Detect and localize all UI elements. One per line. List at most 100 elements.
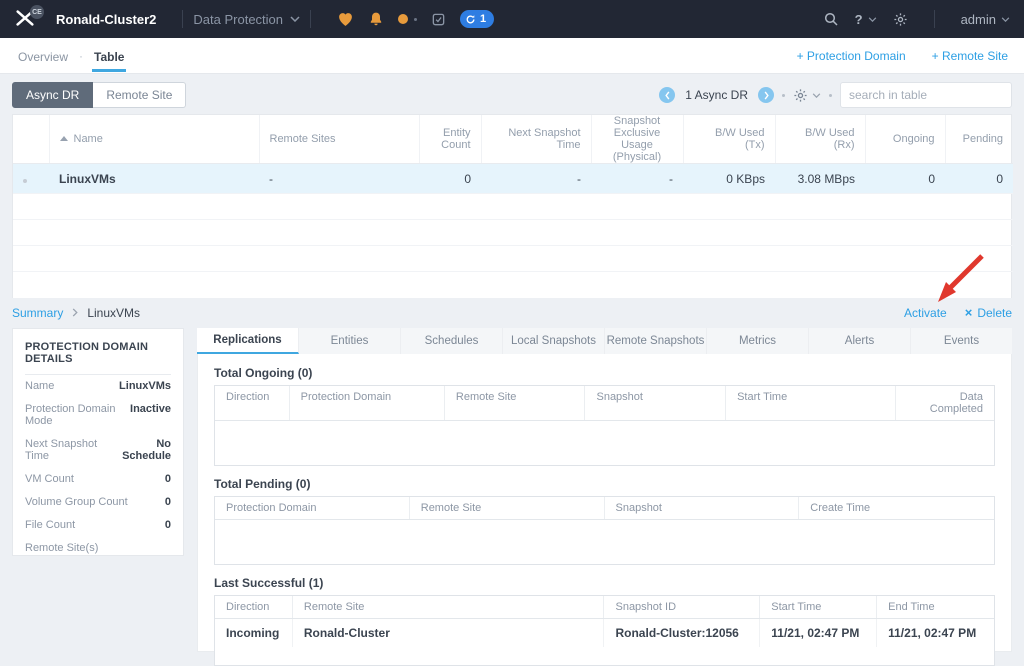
settings-gear-icon[interactable] bbox=[893, 12, 908, 27]
col-end-time: End Time bbox=[877, 596, 994, 618]
table-header-row: Direction Protection Domain Remote Site … bbox=[215, 386, 994, 421]
col-remote-site: Remote Site bbox=[410, 497, 605, 519]
details-row-vm-count: VM Count 0 bbox=[25, 468, 171, 491]
app-menu-label: Data Protection bbox=[193, 12, 283, 27]
chevron-right-icon bbox=[72, 308, 78, 317]
separator-dot bbox=[829, 94, 832, 97]
col-remote-sites[interactable]: Remote Sites bbox=[259, 115, 419, 164]
col-bw-used-tx[interactable]: B/W Used (Tx) bbox=[683, 115, 775, 164]
tab-events[interactable]: Events bbox=[911, 328, 1012, 354]
breadcrumb-summary-link[interactable]: Summary bbox=[12, 306, 63, 320]
details-row-file-count: File Count 0 bbox=[25, 514, 171, 537]
col-pending[interactable]: Pending bbox=[945, 115, 1013, 164]
last-successful-row[interactable]: Incoming Ronald-Cluster Ronald-Cluster:1… bbox=[215, 619, 994, 647]
cell-entity-count: 0 bbox=[419, 164, 481, 194]
tab-metrics[interactable]: Metrics bbox=[707, 328, 809, 354]
health-icon[interactable] bbox=[337, 11, 354, 28]
chevron-down-icon bbox=[290, 16, 300, 22]
col-direction: Direction bbox=[215, 386, 290, 420]
separator-dot bbox=[782, 94, 785, 97]
user-menu[interactable]: admin bbox=[961, 12, 1010, 27]
cell-snapshot-id: Ronald-Cluster:12056 bbox=[604, 619, 760, 647]
pager-next-button[interactable] bbox=[758, 87, 774, 103]
chevron-right-icon bbox=[763, 91, 770, 100]
cell-direction: Incoming bbox=[215, 619, 293, 647]
add-remote-site-link[interactable]: + Remote Site bbox=[932, 49, 1008, 63]
tasks-badge[interactable]: 1 bbox=[460, 10, 494, 28]
warning-dot-icon[interactable] bbox=[398, 14, 408, 24]
cell-end-time: 11/21, 02:47 PM bbox=[877, 619, 994, 647]
col-entity-count[interactable]: Entity Count bbox=[419, 115, 481, 164]
cell-ongoing: 0 bbox=[865, 164, 945, 194]
empty-row bbox=[13, 246, 1013, 272]
tab-alerts[interactable]: Alerts bbox=[809, 328, 911, 354]
async-dr-toggle[interactable]: Async DR bbox=[12, 82, 93, 108]
nutanix-logo[interactable]: CE bbox=[14, 7, 44, 31]
delete-button[interactable]: ×Delete bbox=[965, 305, 1012, 320]
app-menu-dropdown[interactable]: Data Protection bbox=[193, 12, 300, 27]
row-handle-icon bbox=[23, 179, 27, 183]
empty-table-body bbox=[215, 421, 994, 465]
tab-local-snapshots[interactable]: Local Snapshots bbox=[503, 328, 605, 354]
col-ongoing[interactable]: Ongoing bbox=[865, 115, 945, 164]
protection-domain-details-panel: PROTECTION DOMAIN DETAILS Name LinuxVMs … bbox=[12, 328, 184, 556]
delete-x-icon: × bbox=[965, 305, 973, 320]
col-data-completed: Data Completed bbox=[896, 386, 994, 420]
table-header-row: Protection Domain Remote Site Snapshot C… bbox=[215, 497, 994, 520]
empty-row bbox=[13, 194, 1013, 220]
chevron-down-icon bbox=[1001, 17, 1010, 22]
tab-entities[interactable]: Entities bbox=[299, 328, 401, 354]
cell-bw-used-tx: 0 KBps bbox=[683, 164, 775, 194]
col-snapshot-exclusive-usage[interactable]: Snapshot Exclusive Usage (Physical) bbox=[591, 115, 683, 164]
dot-icon bbox=[414, 18, 417, 21]
pager-label: 1 Async DR bbox=[685, 88, 748, 102]
col-create-time: Create Time bbox=[799, 497, 994, 519]
sort-asc-icon bbox=[60, 136, 68, 141]
alerts-bell-icon[interactable] bbox=[368, 11, 384, 27]
details-row-name: Name LinuxVMs bbox=[25, 375, 171, 398]
col-next-snapshot-time[interactable]: Next Snapshot Time bbox=[481, 115, 591, 164]
tab-table[interactable]: Table bbox=[92, 40, 126, 72]
breadcrumb-current: LinuxVMs bbox=[87, 306, 140, 320]
table-row-linuxvms[interactable]: LinuxVMs - 0 - - 0 KBps 3.08 MBps 0 0 bbox=[13, 164, 1013, 194]
empty-table-body bbox=[215, 520, 994, 564]
col-start-time: Start Time bbox=[760, 596, 877, 618]
cell-bw-used-rx: 3.08 MBps bbox=[775, 164, 865, 194]
last-successful-table: Direction Remote Site Snapshot ID Start … bbox=[214, 595, 995, 666]
table-settings-menu[interactable] bbox=[793, 88, 821, 103]
details-panel-title: PROTECTION DOMAIN DETAILS bbox=[25, 341, 171, 375]
tab-overview[interactable]: Overview bbox=[16, 40, 70, 72]
tasks-icon[interactable] bbox=[431, 12, 446, 27]
tab-remote-snapshots[interactable]: Remote Snapshots bbox=[605, 328, 707, 354]
col-bw-used-rx[interactable]: B/W Used (Rx) bbox=[775, 115, 865, 164]
last-successful-title: Last Successful (1) bbox=[214, 576, 995, 590]
col-name[interactable]: Name bbox=[49, 115, 259, 164]
pager-prev-button[interactable] bbox=[659, 87, 675, 103]
total-ongoing-title: Total Ongoing (0) bbox=[214, 366, 995, 380]
total-ongoing-table: Direction Protection Domain Remote Site … bbox=[214, 385, 995, 466]
col-protection-domain: Protection Domain bbox=[290, 386, 445, 420]
detail-tabs: Replications Entities Schedules Local Sn… bbox=[197, 328, 1012, 354]
activate-button[interactable]: Activate bbox=[904, 306, 947, 320]
empty-row bbox=[13, 220, 1013, 246]
tasks-count: 1 bbox=[480, 13, 486, 25]
search-icon[interactable] bbox=[823, 11, 839, 27]
tab-replications[interactable]: Replications bbox=[197, 328, 299, 354]
cluster-name[interactable]: Ronald-Cluster2 bbox=[56, 12, 156, 27]
table-search-input[interactable] bbox=[849, 88, 1004, 102]
help-menu[interactable]: ? bbox=[855, 12, 877, 27]
total-pending-title: Total Pending (0) bbox=[214, 477, 995, 491]
tab-schedules[interactable]: Schedules bbox=[401, 328, 503, 354]
col-snapshot: Snapshot bbox=[605, 497, 800, 519]
cell-start-time: 11/21, 02:47 PM bbox=[760, 619, 877, 647]
add-protection-domain-link[interactable]: + Protection Domain bbox=[797, 49, 906, 63]
col-start-time: Start Time bbox=[726, 386, 896, 420]
col-direction: Direction bbox=[215, 596, 293, 618]
table-header-row: Direction Remote Site Snapshot ID Start … bbox=[215, 596, 994, 619]
col-remote-site: Remote Site bbox=[293, 596, 605, 618]
table-toolbar: Async DR Remote Site 1 Async DR bbox=[12, 82, 1012, 108]
divider bbox=[310, 10, 311, 28]
replications-tab-content: Total Ongoing (0) Direction Protection D… bbox=[197, 354, 1012, 652]
remote-site-toggle[interactable]: Remote Site bbox=[93, 82, 186, 108]
cell-remote-sites: - bbox=[259, 164, 419, 194]
